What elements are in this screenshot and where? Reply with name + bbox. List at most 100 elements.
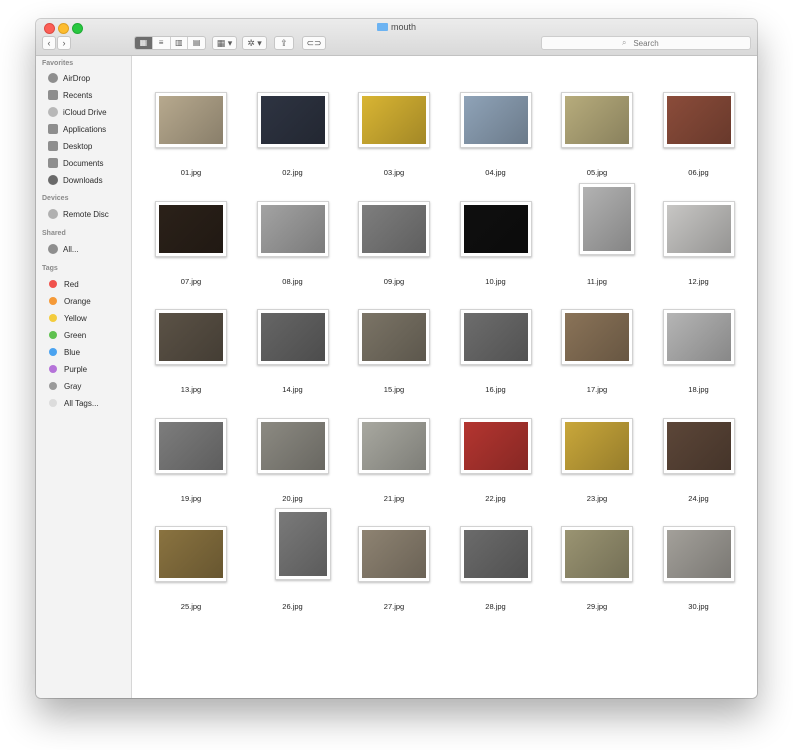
- network-icon: [48, 244, 58, 254]
- sidebar-item-label: Red: [64, 280, 79, 289]
- file-item[interactable]: 13.jpg: [151, 309, 231, 405]
- file-thumbnail[interactable]: [358, 526, 430, 583]
- file-item[interactable]: 27.jpg: [354, 526, 434, 622]
- file-item[interactable]: 09.jpg: [354, 200, 434, 297]
- file-item[interactable]: 06.jpg: [659, 92, 739, 188]
- file-thumbnail[interactable]: [155, 200, 227, 257]
- file-thumbnail[interactable]: [155, 309, 227, 366]
- file-thumbnail[interactable]: [256, 92, 329, 148]
- file-thumbnail[interactable]: [561, 417, 633, 474]
- file-item[interactable]: 10.jpg: [456, 200, 536, 297]
- sidebar-item-recents[interactable]: Recents: [48, 90, 92, 102]
- file-thumbnail[interactable]: [256, 417, 329, 474]
- file-item[interactable]: 28.jpg: [456, 526, 536, 622]
- tag-dot-icon: [49, 348, 57, 356]
- file-thumbnail[interactable]: [155, 92, 227, 148]
- file-thumbnail[interactable]: [155, 417, 227, 474]
- file-thumbnail[interactable]: [155, 526, 227, 583]
- tag-button[interactable]: ⊂⊃: [302, 36, 326, 50]
- sidebar-section-tags: Tags: [42, 265, 58, 272]
- sidebar-item-desktop[interactable]: Desktop: [48, 141, 92, 153]
- file-item[interactable]: 17.jpg: [557, 309, 637, 405]
- file-thumbnail[interactable]: [256, 309, 329, 366]
- action-button[interactable]: ✲ ▾: [242, 36, 267, 50]
- share-button[interactable]: ⇪: [274, 36, 294, 50]
- file-thumbnail[interactable]: [662, 309, 735, 366]
- file-item[interactable]: 07.jpg: [151, 200, 231, 297]
- sidebar-item-tag-blue[interactable]: Blue: [48, 347, 80, 359]
- sidebar-item-tag-yellow[interactable]: Yellow: [48, 313, 87, 325]
- file-item[interactable]: 29.jpg: [557, 526, 637, 622]
- gallery-view-button[interactable]: ▤: [188, 37, 205, 49]
- sidebar-item-tag-purple[interactable]: Purple: [48, 364, 87, 376]
- file-item[interactable]: 21.jpg: [354, 417, 434, 514]
- file-thumbnail[interactable]: [256, 200, 329, 257]
- sidebar-item-downloads[interactable]: Downloads: [48, 175, 103, 187]
- file-item[interactable]: 18.jpg: [659, 309, 739, 405]
- sidebar-item-label: Applications: [63, 125, 107, 134]
- sidebar-item-tag-green[interactable]: Green: [48, 330, 86, 342]
- file-item[interactable]: 11.jpg: [557, 182, 637, 297]
- file-thumbnail[interactable]: [662, 526, 735, 583]
- file-item[interactable]: 12.jpg: [659, 200, 739, 297]
- sidebar-item-icloud-drive[interactable]: iCloud Drive: [48, 107, 107, 119]
- image-preview: [362, 204, 426, 253]
- sidebar-item-remote-disc[interactable]: Remote Disc: [48, 209, 109, 221]
- airdrop-icon: [48, 73, 58, 83]
- tag-dot-icon: [49, 382, 57, 390]
- file-item[interactable]: 08.jpg: [253, 200, 333, 297]
- file-thumbnail[interactable]: [459, 309, 532, 366]
- file-thumbnail[interactable]: [561, 92, 633, 148]
- file-item[interactable]: 03.jpg: [354, 92, 434, 188]
- file-thumbnail[interactable]: [662, 92, 735, 148]
- sidebar-item-tag-orange[interactable]: Orange: [48, 296, 91, 308]
- file-item[interactable]: 15.jpg: [354, 309, 434, 405]
- list-view-button[interactable]: ≡: [153, 37, 171, 49]
- file-thumbnail[interactable]: [459, 200, 532, 257]
- file-thumbnail[interactable]: [561, 526, 633, 583]
- group-button[interactable]: ▦ ▾: [212, 36, 237, 50]
- search-input[interactable]: [541, 36, 751, 50]
- file-thumbnail[interactable]: [459, 92, 532, 148]
- file-item[interactable]: 22.jpg: [456, 417, 536, 514]
- file-item[interactable]: 04.jpg: [456, 92, 536, 188]
- sidebar-section-devices: Devices: [42, 195, 69, 202]
- file-thumbnail[interactable]: [358, 200, 430, 257]
- sidebar-item-shared-all[interactable]: All...: [48, 244, 79, 256]
- search-icon: ⌕: [622, 38, 627, 47]
- file-item[interactable]: 23.jpg: [557, 417, 637, 514]
- file-thumbnail[interactable]: [459, 526, 532, 583]
- file-thumbnail[interactable]: [662, 200, 735, 257]
- file-item[interactable]: 02.jpg: [253, 92, 333, 188]
- file-item[interactable]: 25.jpg: [151, 526, 231, 622]
- file-thumbnail[interactable]: [662, 417, 735, 474]
- sidebar-item-applications[interactable]: Applications: [48, 124, 106, 136]
- file-thumbnail[interactable]: [358, 417, 430, 474]
- file-item[interactable]: 20.jpg: [253, 417, 333, 514]
- file-item[interactable]: 26.jpg: [253, 508, 333, 622]
- file-thumbnail[interactable]: [358, 309, 430, 366]
- file-item[interactable]: 30.jpg: [659, 526, 739, 622]
- sidebar-item-all-tags[interactable]: All Tags...: [48, 398, 99, 410]
- column-view-button[interactable]: ▥: [171, 37, 189, 49]
- back-button[interactable]: ‹: [42, 36, 56, 50]
- file-item[interactable]: 01.jpg: [151, 92, 231, 188]
- file-thumbnail[interactable]: [459, 417, 532, 474]
- sidebar-item-tag-red[interactable]: Red: [48, 279, 79, 291]
- file-thumbnail[interactable]: [358, 92, 430, 148]
- file-item[interactable]: 14.jpg: [253, 309, 333, 405]
- file-item[interactable]: 05.jpg: [557, 92, 637, 188]
- file-name: 25.jpg: [180, 602, 202, 612]
- image-preview: [260, 204, 325, 253]
- sidebar-item-documents[interactable]: Documents: [48, 158, 103, 170]
- sidebar-item-tag-gray[interactable]: Gray: [48, 381, 81, 393]
- sidebar-item-airdrop[interactable]: AirDrop: [48, 73, 90, 85]
- forward-button[interactable]: ›: [57, 36, 71, 50]
- file-thumbnail[interactable]: [274, 508, 331, 581]
- file-thumbnail[interactable]: [561, 309, 633, 366]
- file-thumbnail[interactable]: [579, 182, 635, 255]
- file-item[interactable]: 16.jpg: [456, 309, 536, 405]
- file-item[interactable]: 24.jpg: [659, 417, 739, 514]
- file-item[interactable]: 19.jpg: [151, 417, 231, 514]
- icon-view-button[interactable]: ▦: [135, 37, 153, 49]
